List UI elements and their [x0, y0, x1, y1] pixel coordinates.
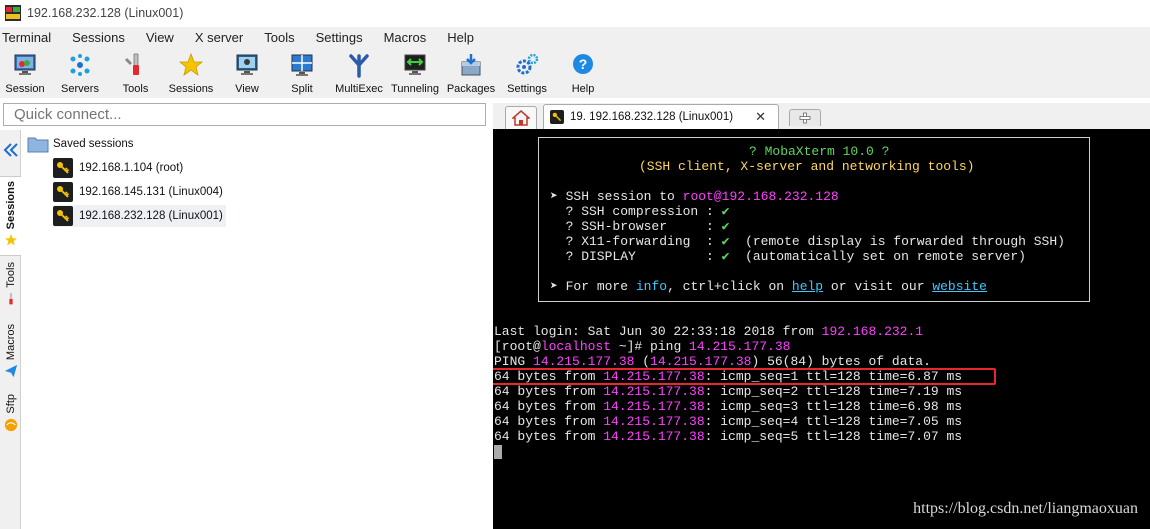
sftp-globe-icon	[4, 418, 17, 431]
key-icon	[550, 110, 564, 124]
menu-x-server[interactable]: X server	[195, 30, 243, 45]
side-tab-strip: Sessions Tools Macros Sftp	[0, 130, 21, 529]
packages-icon	[461, 54, 481, 76]
menu-view[interactable]: View	[146, 30, 174, 45]
help-button[interactable]: ? Help	[555, 48, 611, 98]
plus-icon	[799, 112, 811, 124]
home-tab[interactable]	[505, 106, 537, 129]
paper-plane-icon	[4, 364, 17, 378]
session-item-2[interactable]: 192.168.145.131 (Linux004)	[53, 181, 223, 203]
last-login-line: Last login: Sat Jun 30 22:33:18 2018 fro…	[494, 324, 924, 339]
view-monitor-icon	[236, 54, 258, 75]
session-monitor-icon	[14, 54, 36, 75]
quick-connect-input[interactable]	[3, 103, 486, 126]
ping-reply-3: 64 bytes from 14.215.177.38: icmp_seq=3 …	[494, 399, 963, 414]
prompt-ping-command: [root@localhost ~]# ping 14.215.177.38	[494, 339, 791, 354]
tools-button[interactable]: Tools	[110, 48, 161, 98]
terminal-output[interactable]: ? MobaXterm 10.0 ? (SSH client, X-server…	[493, 129, 1150, 529]
info-link[interactable]: info	[636, 279, 667, 294]
watermark: https://blog.csdn.net/liangmaoxuan	[913, 500, 1138, 517]
mobaxterm-app-icon	[5, 5, 21, 21]
double-chevron-left-icon	[3, 143, 18, 157]
session-item-3[interactable]: 192.168.232.128 (Linux001)	[53, 205, 226, 227]
sessions-panel: Saved sessions 192.168.1.104 (root) 192.…	[22, 130, 487, 529]
session-tab-bar: 19. 192.168.232.128 (Linux001) ✕	[493, 103, 1150, 129]
ping-header-line: PING 14.215.177.38 (14.215.177.38) 56(84…	[494, 354, 931, 369]
help-question-icon: ?	[573, 54, 593, 74]
tunneling-button[interactable]: Tunneling	[387, 48, 443, 98]
key-icon	[53, 182, 73, 202]
collapse-panel-button[interactable]	[0, 142, 21, 158]
help-link[interactable]: help	[792, 279, 823, 294]
tunneling-icon	[404, 54, 426, 75]
ssh-session-line: ➤ SSH session to root@192.168.232.128	[550, 189, 839, 204]
saved-sessions-folder[interactable]: Saved sessions	[27, 133, 134, 155]
banner-subtitle: (SSH client, X-server and networking too…	[639, 159, 975, 174]
star-icon	[4, 234, 17, 246]
side-tab-macros[interactable]: Macros	[0, 324, 21, 386]
session-item-1[interactable]: 192.168.1.104 (root)	[53, 157, 183, 179]
key-icon	[53, 158, 73, 178]
multiexec-button[interactable]: MultiExec	[331, 48, 387, 98]
servers-button[interactable]: Servers	[50, 48, 110, 98]
new-tab-button[interactable]	[789, 109, 821, 126]
feature-ssh-compression: ? SSH compression : ✔	[550, 204, 730, 219]
side-tab-sessions[interactable]: Sessions	[0, 176, 21, 256]
side-tab-sftp[interactable]: Sftp	[0, 394, 21, 444]
ping-reply-4: 64 bytes from 14.215.177.38: icmp_seq=4 …	[494, 414, 963, 429]
tools-icon	[124, 53, 139, 75]
terminal-cursor	[494, 445, 502, 459]
banner-title: ? MobaXterm 10.0 ?	[749, 144, 890, 159]
session-button[interactable]: Session	[0, 48, 50, 98]
menu-sessions[interactable]: Sessions	[72, 30, 125, 45]
svg-text:?: ?	[579, 56, 588, 72]
menu-help[interactable]: Help	[447, 30, 474, 45]
title-bar: 192.168.232.128 (Linux001)	[0, 0, 1150, 26]
menu-macros[interactable]: Macros	[384, 30, 427, 45]
more-info-line: ➤ For more info, ctrl+click on help or v…	[550, 279, 987, 294]
menu-settings[interactable]: Settings	[316, 30, 363, 45]
feature-display: ? DISPLAY : ✔ (automatically set on remo…	[550, 249, 1026, 264]
gear-icon	[516, 53, 539, 75]
split-icon	[291, 54, 313, 76]
side-tab-tools[interactable]: Tools	[0, 262, 21, 316]
website-link[interactable]: website	[932, 279, 987, 294]
menu-terminal[interactable]: Terminal	[2, 30, 51, 45]
folder-icon	[27, 137, 49, 153]
feature-x11-forwarding: ? X11-forwarding : ✔ (remote display is …	[550, 234, 1065, 249]
tab-close-icon[interactable]: ✕	[755, 109, 766, 125]
sessions-button[interactable]: Sessions	[161, 48, 221, 98]
ping-reply-5: 64 bytes from 14.215.177.38: icmp_seq=5 …	[494, 429, 963, 444]
split-button[interactable]: Split	[273, 48, 331, 98]
tab-ssh-session[interactable]: 19. 192.168.232.128 (Linux001) ✕	[543, 104, 779, 129]
packages-button[interactable]: Packages	[443, 48, 499, 98]
red-highlight-box	[493, 368, 996, 385]
menu-tools[interactable]: Tools	[264, 30, 294, 45]
menu-bar: Terminal Sessions View X server Tools Se…	[0, 27, 1150, 48]
feature-ssh-browser: ? SSH-browser : ✔	[550, 219, 730, 234]
toolbar: Session Servers Tools Sessions View Spli…	[0, 48, 1150, 98]
home-icon	[512, 110, 530, 126]
tools-icon	[8, 292, 13, 305]
multiexec-fork-icon	[349, 54, 369, 78]
star-icon	[178, 52, 204, 76]
window-title: 192.168.232.128 (Linux001)	[27, 6, 184, 20]
key-icon	[53, 206, 73, 226]
view-button[interactable]: View	[221, 48, 273, 98]
servers-icon	[70, 54, 90, 76]
settings-button[interactable]: Settings	[499, 48, 555, 98]
ping-reply-2: 64 bytes from 14.215.177.38: icmp_seq=2 …	[494, 384, 963, 399]
